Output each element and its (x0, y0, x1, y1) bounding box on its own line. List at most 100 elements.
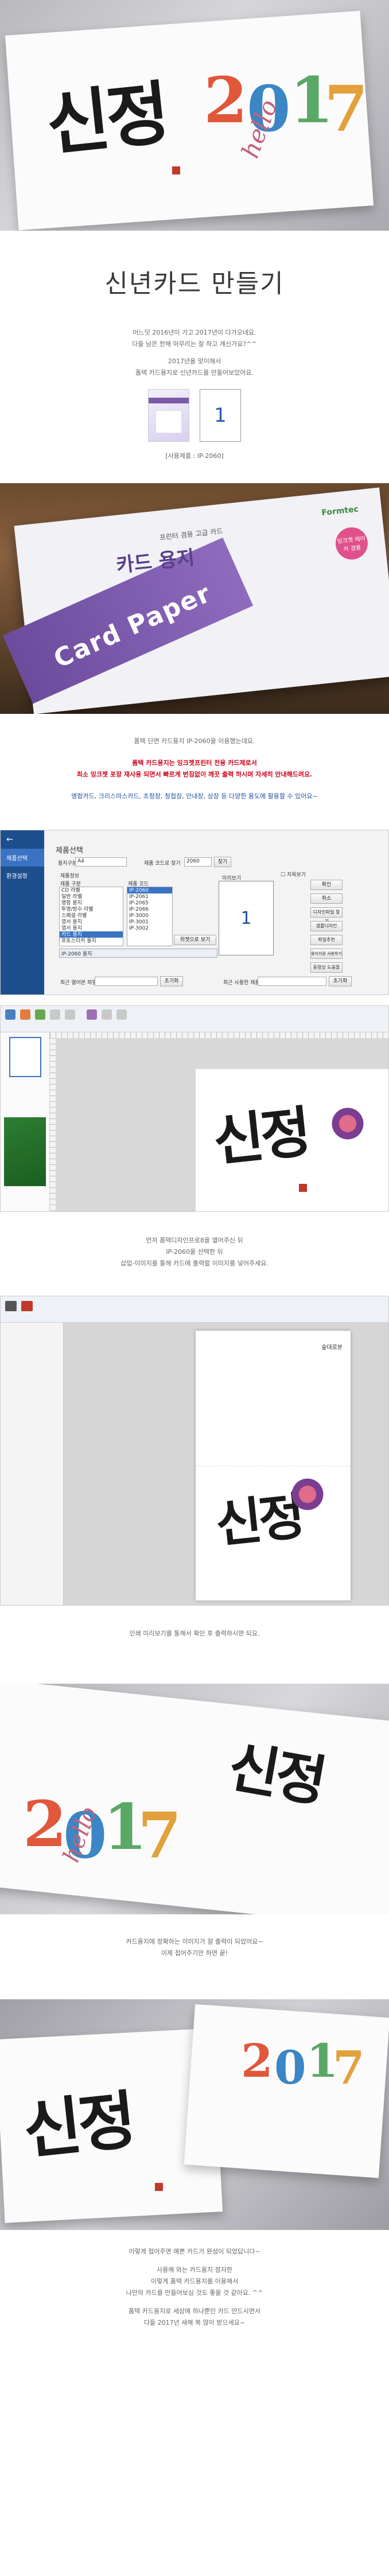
list-item[interactable]: IP-2061 (127, 893, 172, 900)
list-item[interactable]: IP-2066 (127, 906, 172, 912)
info-group-label: 제품정보 (60, 873, 80, 879)
intro-line: 어느덧 2016년이 가고 2017년이 다가오네요. (133, 329, 256, 336)
outro-line: 다들 2017년 새해 복 많이 받으세요~ (143, 2319, 246, 2326)
reset-button[interactable]: 초기화 (329, 976, 352, 986)
list-item-selected[interactable]: 카드 용지 (60, 931, 123, 938)
fit-view-checkbox[interactable]: ☐ 지옥보기 (281, 871, 306, 878)
category-list[interactable]: CD 라벨 일반 라벨 명함 용지 투명/방수 라벨 스페셜 라벨 엽서 용지 … (59, 887, 123, 946)
year-digit-0: 0 (274, 2041, 306, 2095)
cancel-button[interactable]: 취소 (310, 893, 343, 904)
toolbar-button[interactable] (35, 1009, 45, 1020)
product-select-window: ← 제품선택 환경설정 제품선택 용지구분 A4 제품 코드로 찾기 2060 … (0, 830, 389, 995)
list-item[interactable]: IP-3001 (127, 919, 172, 925)
toolbar-button[interactable] (65, 1009, 75, 1020)
year-digit-2: 2 (241, 2034, 273, 2088)
outro-line (0, 2299, 389, 2306)
type-label: 용지구분 (58, 861, 77, 867)
toolbar-button[interactable] (50, 1009, 60, 1020)
product-caption: [사용제품 : IP-2060] (165, 452, 224, 460)
code-list[interactable]: IP-2060 IP-2061 IP-2065 IP-2066 IP-3000 … (127, 887, 173, 946)
fit-view-label: 지옥보기 (286, 872, 306, 878)
recent-products-label: 최근 사용한 제품 (223, 980, 260, 986)
toolbar-button[interactable] (116, 1009, 127, 1020)
list-item[interactable]: IP-3000 (127, 912, 172, 919)
caption-line: 먼저 폼텍디자인프로8을 열어주신 뒤 (146, 1237, 243, 1244)
list-item[interactable]: 포토스티커 용지 (60, 938, 123, 944)
video-help-button[interactable]: 동영상 도움말 (310, 962, 343, 973)
folded-cards-photo: 신정 2 0 1 7 (0, 1999, 389, 2230)
sidebar-back[interactable]: ← (1, 830, 44, 849)
list-item[interactable]: 엽서 용지 (60, 919, 123, 925)
design-banner (4, 1117, 46, 1186)
intro-line (0, 350, 389, 356)
sample-design-button[interactable]: 샘플디자인 (310, 921, 343, 931)
year-digit-7: 7 (324, 72, 368, 146)
outro-line (0, 2258, 389, 2264)
package-box: Card Paper 프린터 겸용 고급 카드 카드 용지 Formtec 잉크… (2, 487, 389, 714)
illustration (328, 1104, 368, 1144)
recommend-button[interactable]: 파일추천 (310, 935, 343, 945)
find-button[interactable]: 찾기 (214, 857, 231, 867)
page-thumbnail[interactable] (9, 1037, 41, 1077)
sidebar-item-product[interactable]: 제품선택 (1, 849, 44, 867)
list-item[interactable]: 엽서 용지 (60, 925, 123, 931)
list-item[interactable]: IP-2065 (127, 900, 172, 906)
package-badge: 잉크젯 레이저 겸용 (334, 526, 369, 561)
reset-button[interactable]: 초기화 (160, 976, 183, 986)
caption-line: 삽입-이미지를 통해 카드에 출력할 이미지를 넣어주세요. (120, 1260, 269, 1267)
settings-panel (1, 1323, 64, 1605)
desc-blue-line: 명함카드, 크리스마스카드, 초청장, 청첩장, 안내장, 상장 등 다양한 용… (71, 792, 318, 800)
code-input[interactable]: 2060 (184, 857, 212, 867)
ribbon-toolbar (1, 1006, 388, 1032)
list-item[interactable]: CD 라벨 (60, 887, 123, 893)
use-paper-button[interactable]: 용지지원 사용하기 (310, 949, 343, 959)
card-canvas[interactable]: 신정 (196, 1069, 388, 1211)
recent-files-label: 최근 열어본 파일 (60, 980, 97, 986)
list-item[interactable]: 스페셜 라벨 (60, 912, 123, 919)
code-label: 제품 코드로 찾기 (144, 861, 181, 867)
caption-line: 이제 접어주기만 하면 끝! (161, 1949, 228, 1957)
year-digit-2: 2 (204, 63, 248, 137)
vertical-ruler (50, 1038, 56, 1211)
toolbar-button[interactable] (87, 1009, 97, 1020)
brand-logo: Formtec (321, 504, 359, 518)
toolbar-button[interactable] (5, 1009, 15, 1020)
print-icon[interactable] (5, 1301, 17, 1311)
outro-line: 사용해 와는 카드용지 정자한 (157, 2266, 232, 2274)
toolbar-button[interactable] (20, 1009, 30, 1020)
close-preview-icon[interactable] (21, 1301, 33, 1311)
recent-products-select[interactable] (258, 977, 326, 986)
preview-toolbar (1, 1296, 388, 1323)
outro-line: 폼텍 카드용지로 세상에 하나뿐인 카드 만드시면서 (128, 2307, 260, 2315)
desc-line: 폼텍 단면 카드용지 IP-2060을 이용했는데요. (134, 737, 255, 745)
print-preview-window: 숲대로분 신정 (0, 1296, 389, 1606)
calligraphy-text: 신정 (20, 2082, 137, 2168)
list-item[interactable]: 일반 라벨 (60, 893, 123, 900)
step-caption: 카드용지에 정확하는 이미지가 잘 출력이 되었어요~ 이제 접어주기만 하면 … (0, 1936, 389, 1959)
panel-header: 제품선택 (56, 846, 83, 855)
list-item[interactable]: 투명/방수 라벨 (60, 906, 123, 912)
selected-product: IP-2060 용지 (59, 949, 217, 958)
list-item[interactable]: IP-3002 (127, 925, 172, 931)
sheet-preview: 1 (219, 881, 274, 955)
desc-text: 폼텍 단면 카드용지 IP-2060을 이용했는데요. 폼텍 카드용지는 잉크젯… (0, 736, 389, 802)
type-select[interactable]: A4 (75, 857, 127, 867)
hero-photo: 신정 2 0 1 7 hello (0, 0, 389, 231)
package-photo: Card Paper 프린터 겸용 고급 카드 카드 용지 Formtec 잉크… (0, 483, 389, 714)
list-item-selected[interactable]: IP-2060 (127, 887, 172, 893)
ok-button[interactable]: 확인 (310, 880, 343, 890)
desc-red-line: 최소 잉크젯 포장 재사용 되면서 빠르게 번짐없이 깨끗 출력 하시며 자세히… (76, 771, 313, 778)
sidebar-item-settings[interactable]: 환경설정 (1, 867, 44, 884)
outro-text: 이렇게 접어주면 예쁜 카드가 완성이 되었답니다~ 사용해 와는 카드용지 정… (0, 2246, 389, 2329)
preview-header-text: 숲대로분 (321, 1345, 343, 1351)
sidebar: ← 제품선택 환경설정 (1, 830, 44, 994)
caption-line: IP-2060을 선택한 뒤 (166, 1248, 223, 1256)
printed-card-photo: 2 0 1 7 hello 신정 (0, 1684, 389, 1914)
find-design-button[interactable]: 디자인파일 찾기 (310, 907, 343, 924)
widget-view-button[interactable]: 위젯으로 보기 (174, 935, 216, 945)
toolbar-button[interactable] (102, 1009, 112, 1020)
calligraphy-text: 신정 (42, 72, 170, 166)
intro-line: 2017년을 맞이해서 (168, 358, 221, 365)
list-item[interactable]: 명함 용지 (60, 900, 123, 906)
recent-files-select[interactable] (95, 977, 158, 986)
